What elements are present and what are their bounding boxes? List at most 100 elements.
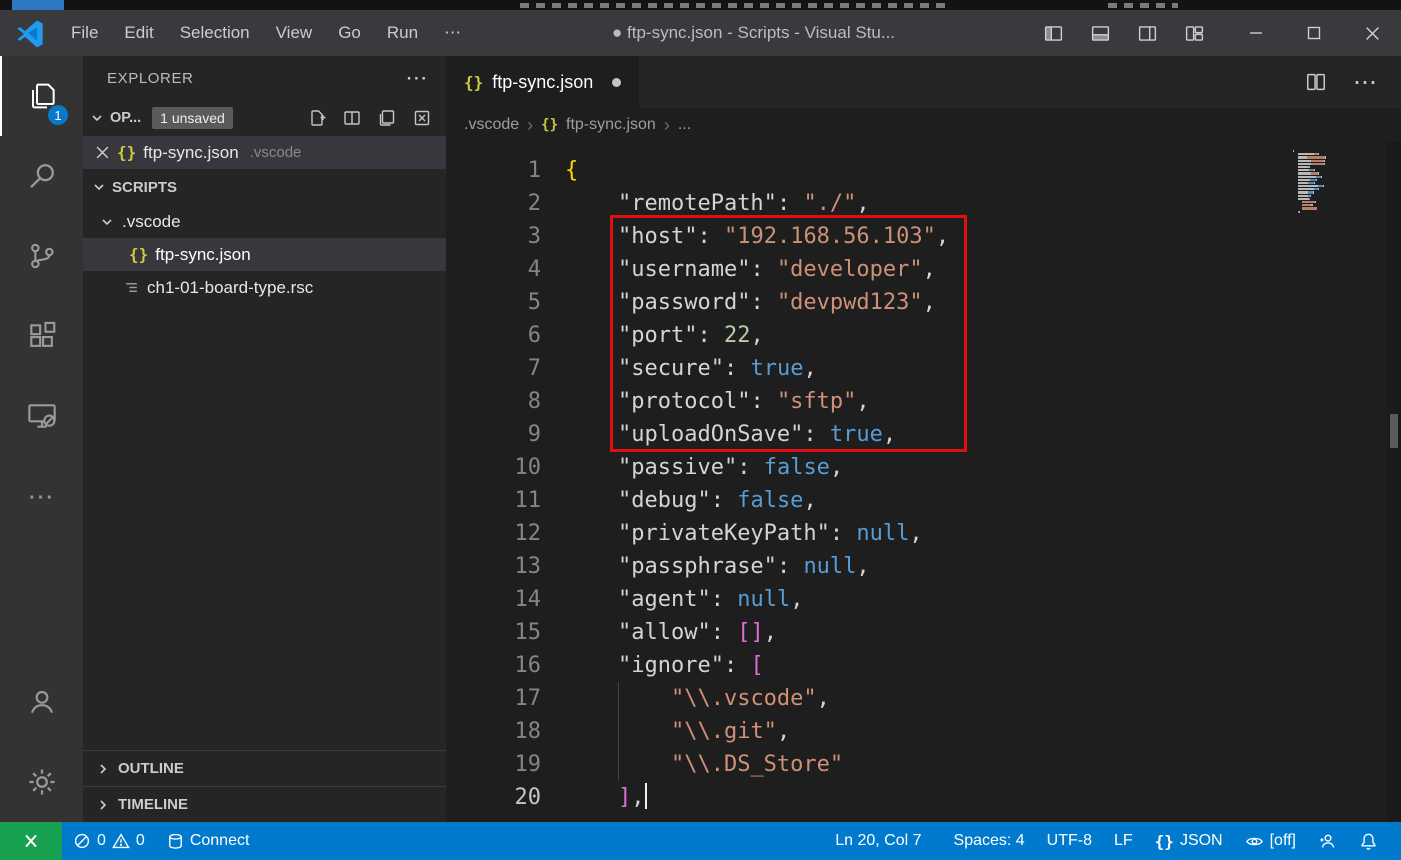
menu-go[interactable]: Go [325, 23, 374, 43]
outline-panel-header[interactable]: OUTLINE [83, 750, 446, 786]
feedback-button[interactable] [1307, 822, 1348, 860]
tab-ftp-sync-json[interactable]: {} ftp-sync.json [446, 56, 639, 108]
toggle-panel-icon[interactable] [1090, 23, 1111, 44]
toggle-sidebar-icon[interactable] [1043, 23, 1064, 44]
editor-scrollbar[interactable] [1387, 142, 1401, 822]
code-area[interactable]: 1234567891011121314151617181920 { "remot… [446, 142, 1401, 822]
indentation-label: Spaces: 4 [954, 832, 1025, 850]
close-button[interactable] [1343, 10, 1401, 56]
code-line[interactable]: "username": "developer", [565, 253, 1401, 286]
code-line[interactable]: "\\.vscode", [565, 682, 1401, 715]
activity-source-control-button[interactable] [0, 216, 83, 296]
open-editors-label: OP... [110, 110, 141, 126]
code-line[interactable]: "passive": false, [565, 451, 1401, 484]
dirty-indicator-icon[interactable] [612, 78, 621, 87]
warnings-icon [112, 832, 130, 850]
ftp-connect-button[interactable]: Connect [156, 822, 261, 860]
code-lines[interactable]: { "remotePath": "./", "host": "192.168.5… [565, 142, 1401, 822]
open-editor-detail: .vscode [250, 144, 302, 161]
breadcrumb-symbol[interactable]: ... [678, 116, 691, 134]
background-artifact [12, 0, 64, 10]
menu-run[interactable]: Run [374, 23, 431, 43]
breadcrumb-folder[interactable]: .vscode [464, 116, 519, 134]
code-line[interactable]: "secure": true, [565, 352, 1401, 385]
notifications-button[interactable] [1348, 822, 1389, 860]
activity-explorer-button[interactable]: 1 [0, 56, 83, 136]
code-line[interactable]: "allow": [], [565, 616, 1401, 649]
close-all-editors-icon[interactable] [412, 108, 432, 128]
file-name: ftp-sync.json [155, 245, 250, 265]
window-controls [1227, 10, 1401, 56]
code-line[interactable]: "debug": false, [565, 484, 1401, 517]
problems-status[interactable]: 0 0 [62, 822, 156, 860]
activity-accounts-button[interactable] [0, 662, 83, 742]
toggle-editor-layout-icon[interactable] [342, 108, 362, 128]
language-mode-status[interactable]: {} JSON [1144, 822, 1234, 860]
toggle-secondary-sidebar-icon[interactable] [1137, 23, 1158, 44]
tree-item-vscode-folder[interactable]: .vscode [83, 205, 446, 238]
breadcrumb-separator-icon: › [664, 115, 670, 136]
code-line[interactable]: "agent": null, [565, 583, 1401, 616]
account-icon [26, 686, 58, 718]
code-line[interactable]: "passphrase": null, [565, 550, 1401, 583]
sidebar-more-actions-icon[interactable]: ⋯ [405, 65, 428, 91]
chevron-right-icon [95, 797, 111, 813]
background-artifact [520, 3, 950, 8]
code-line[interactable]: "\\.git", [565, 715, 1401, 748]
encoding-status[interactable]: UTF-8 [1036, 822, 1103, 860]
code-line[interactable]: { [565, 154, 1401, 187]
menu-edit[interactable]: Edit [111, 23, 166, 43]
code-line[interactable]: "uploadOnSave": true, [565, 418, 1401, 451]
background-window-edge [0, 0, 1401, 10]
code-line[interactable]: "protocol": "sftp", [565, 385, 1401, 418]
split-editor-icon[interactable] [1305, 71, 1327, 93]
customize-layout-icon[interactable] [1184, 23, 1205, 44]
code-line[interactable]: "remotePath": "./", [565, 187, 1401, 220]
eol-status[interactable]: LF [1103, 822, 1144, 860]
workspace-section-header[interactable]: SCRIPTS [83, 169, 446, 205]
source-control-icon [26, 240, 58, 272]
code-line[interactable]: "password": "devpwd123", [565, 286, 1401, 319]
open-editors-header[interactable]: OP... 1 unsaved [83, 100, 446, 136]
ftp-watch-status[interactable]: [off] [1234, 822, 1307, 860]
maximize-button[interactable] [1285, 10, 1343, 56]
line-number: 2 [446, 187, 541, 220]
code-line[interactable]: "host": "192.168.56.103", [565, 220, 1401, 253]
menu-selection[interactable]: Selection [167, 23, 263, 43]
activity-remote-explorer-button[interactable] [0, 376, 83, 456]
cursor-position-status[interactable]: Ln 20, Col 7 [824, 822, 932, 860]
new-untitled-file-icon[interactable] [307, 108, 327, 128]
breadcrumb-file[interactable]: ftp-sync.json [566, 116, 656, 134]
indentation-status[interactable]: Spaces: 4 [943, 822, 1036, 860]
code-line[interactable]: "ignore": [ [565, 649, 1401, 682]
open-editor-item[interactable]: {} ftp-sync.json .vscode [83, 136, 446, 169]
save-all-icon[interactable] [377, 108, 397, 128]
minimize-button[interactable] [1227, 10, 1285, 56]
timeline-panel-header[interactable]: TIMELINE [83, 786, 446, 822]
menu-file[interactable]: File [58, 23, 111, 43]
activity-more-button[interactable]: ⋯ [0, 456, 83, 536]
chevron-right-icon [95, 761, 111, 777]
close-editor-icon[interactable] [95, 145, 110, 160]
activity-settings-button[interactable] [0, 742, 83, 822]
code-line[interactable]: "privateKeyPath": null, [565, 517, 1401, 550]
feedback-person-icon [1318, 832, 1337, 851]
more-actions-icon: ⋯ [28, 481, 56, 512]
sidebar-header: EXPLORER ⋯ [83, 56, 446, 100]
minimap[interactable] [1293, 150, 1385, 214]
line-number: 3 [446, 220, 541, 253]
tree-item-rsc-file[interactable]: ch1-01-board-type.rsc [83, 271, 446, 304]
menu-view[interactable]: View [263, 23, 326, 43]
activity-search-button[interactable] [0, 136, 83, 216]
rsc-file-icon [123, 279, 140, 296]
ftp-status-label: [off] [1270, 832, 1296, 850]
activity-extensions-button[interactable] [0, 296, 83, 376]
error-count: 0 [97, 832, 106, 850]
code-line[interactable]: "port": 22, [565, 319, 1401, 352]
editor-more-actions-icon[interactable]: ⋯ [1353, 68, 1377, 97]
code-line[interactable]: ], [565, 781, 1401, 814]
code-line[interactable]: "\\.DS_Store" [565, 748, 1401, 781]
tree-item-ftp-sync-json[interactable]: {} ftp-sync.json [83, 238, 446, 271]
remote-indicator[interactable] [0, 822, 62, 860]
menu-more-icon[interactable]: ⋯ [431, 23, 474, 43]
